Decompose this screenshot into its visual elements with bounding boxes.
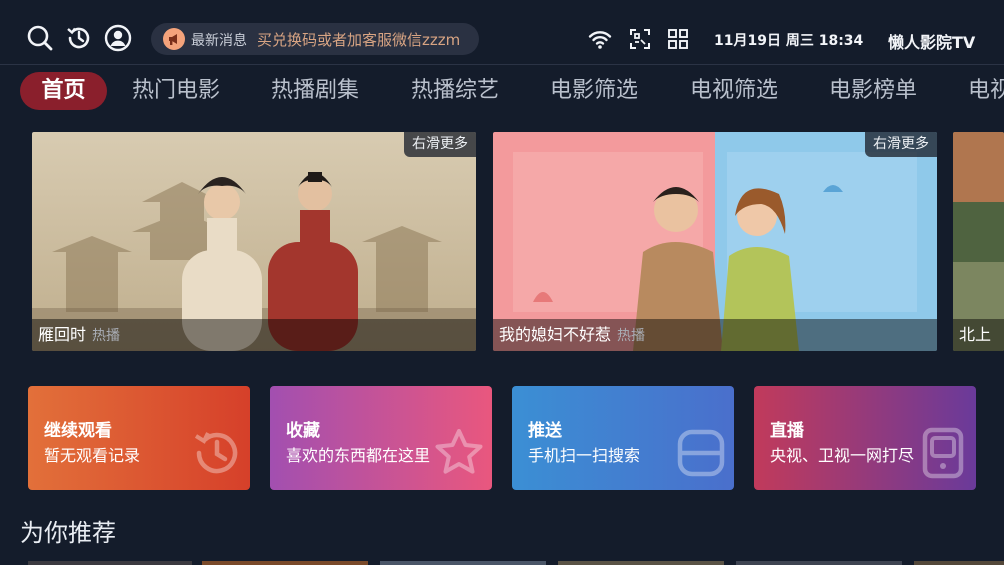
tab-hot-movies[interactable]: 热门电影 [132, 72, 220, 110]
category-tabs: 首页 热门电影 热播剧集 热播综艺 电影筛选 电视筛选 电影榜单 电视 [0, 68, 1004, 114]
banner-title: 我的媳妇不好惹 [499, 325, 612, 344]
tab-hot-series[interactable]: 热播剧集 [271, 72, 359, 110]
app-brand: 懒人影院TV [888, 33, 976, 52]
banner-tag: 热播 [92, 328, 121, 344]
apps-grid-icon[interactable] [666, 27, 690, 51]
recommendation-thumbnail[interactable] [736, 561, 902, 565]
search-icon[interactable] [26, 24, 54, 52]
banner-tag: 热播 [617, 328, 646, 344]
swipe-more-label: 右滑更多 [404, 132, 476, 157]
wifi-icon [588, 27, 612, 51]
recommendation-thumbnail[interactable] [380, 561, 546, 565]
card-title: 推送 [528, 421, 562, 441]
tab-movie-ranking[interactable]: 电影榜单 [829, 72, 917, 110]
scan-icon [674, 426, 728, 480]
recommendation-thumbnail[interactable] [558, 561, 724, 565]
tab-home[interactable]: 首页 [20, 72, 107, 110]
card-subtitle: 手机扫一扫搜索 [528, 446, 641, 465]
swipe-more-label: 右滑更多 [865, 132, 937, 157]
recommendation-thumbnail[interactable] [28, 561, 192, 565]
news-ticker-text: 买兑换码或者加客服微信zzzm [257, 31, 461, 49]
card-title: 继续观看 [44, 421, 112, 441]
card-title: 直播 [770, 421, 804, 441]
tv-icon [916, 426, 970, 480]
banner-caption: 我的媳妇不好惹 热播 [493, 319, 937, 351]
push-card[interactable]: 推送 手机扫一扫搜索 [512, 386, 734, 490]
header-divider [0, 64, 1004, 65]
banner-card[interactable]: 右滑更多 雁回时 热播 [32, 132, 476, 351]
scan-icon[interactable] [628, 27, 652, 51]
recommendation-thumbnail[interactable] [202, 561, 368, 565]
history-icon[interactable] [65, 24, 93, 52]
user-icon[interactable] [104, 24, 132, 52]
banner-caption: 雁回时 热播 [32, 319, 476, 351]
tab-tv-filter[interactable]: 电视筛选 [690, 72, 778, 110]
tab-movie-filter[interactable]: 电影筛选 [550, 72, 638, 110]
top-bar: 最新消息 买兑换码或者加客服微信zzzm 11月19日 周三 18:34 懒人影… [0, 0, 1004, 64]
card-subtitle: 央视、卫视一网打尽 [770, 446, 915, 465]
live-tv-card[interactable]: 直播 央视、卫视一网打尽 [754, 386, 976, 490]
banner-caption: 北上 [953, 319, 1004, 351]
news-label: 最新消息 [191, 33, 247, 49]
tab-hot-variety[interactable]: 热播综艺 [411, 72, 499, 110]
card-subtitle: 喜欢的东西都在这里 [286, 446, 431, 465]
star-icon [432, 426, 486, 480]
card-title: 收藏 [286, 421, 320, 441]
tab-tv[interactable]: 电视 [968, 72, 1004, 110]
banner-card[interactable]: 北上 [953, 132, 1004, 351]
banner-card[interactable]: 右滑更多 我的媳妇不好惹 热播 [493, 132, 937, 351]
banner-title: 雁回时 [38, 325, 87, 344]
recommendation-thumbnail[interactable] [914, 561, 1004, 565]
banner-title: 北上 [959, 325, 992, 344]
news-ticker-bar[interactable]: 最新消息 买兑换码或者加客服微信zzzm [151, 23, 479, 55]
history-icon [190, 426, 244, 480]
datetime: 11月19日 周三 18:34 [714, 33, 864, 49]
continue-watching-card[interactable]: 继续观看 暂无观看记录 [28, 386, 250, 490]
favorites-card[interactable]: 收藏 喜欢的东西都在这里 [270, 386, 492, 490]
section-title: 为你推荐 [20, 519, 116, 547]
card-subtitle: 暂无观看记录 [44, 446, 141, 465]
megaphone-icon [163, 28, 185, 50]
